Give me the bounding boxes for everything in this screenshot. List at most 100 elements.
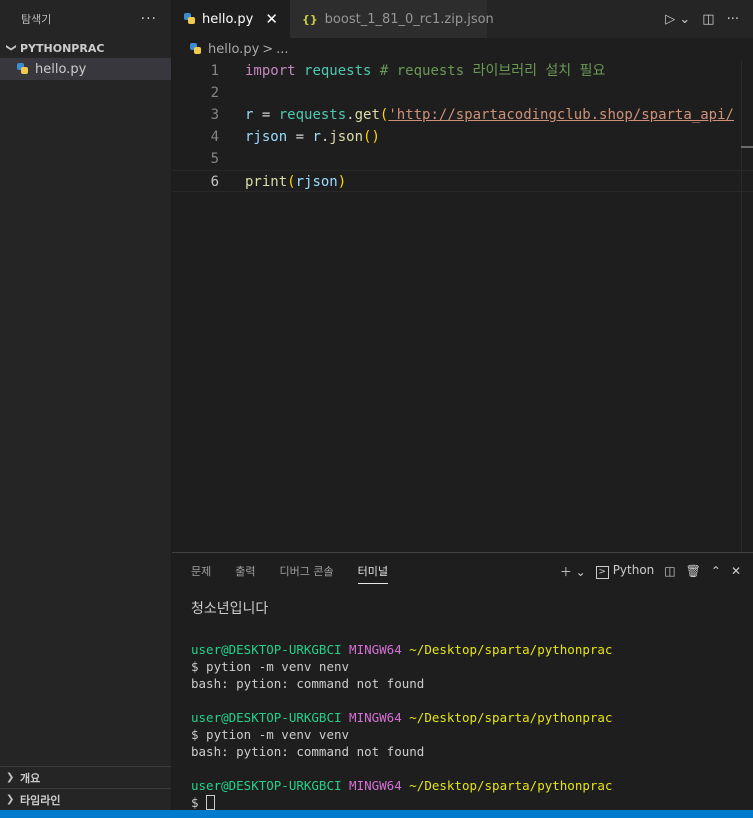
code-line[interactable]: 5	[172, 148, 753, 170]
code-token: r	[312, 129, 321, 145]
maximize-panel-icon[interactable]: ⌃	[711, 564, 721, 578]
close-icon[interactable]: ✕	[265, 10, 278, 28]
prompt-path: ~/Desktop/sparta/pythonprac	[409, 642, 613, 657]
terminal-line: bash: pytion: command not found	[191, 744, 425, 759]
outline-section[interactable]: ❯ 개요	[0, 766, 171, 788]
chevron-right-icon: ❯	[6, 794, 15, 805]
status-bar	[0, 810, 753, 818]
tab-hello-py[interactable]: hello.py ✕	[172, 0, 290, 38]
prompt-user: user@DESKTOP-URKGBCI	[191, 778, 342, 793]
prompt-env: MINGW64	[349, 778, 402, 793]
run-icon[interactable]: ▷ ⌄	[665, 12, 690, 27]
timeline-label: 타임라인	[20, 793, 61, 807]
terminal-line: user@DESKTOP-URKGBCI MINGW64 ~/Desktop/s…	[191, 777, 612, 794]
terminal-line: $ pytion -m venv venv	[191, 727, 350, 742]
folder-name: PYTHONPRAC	[20, 41, 105, 55]
json-file-icon: {}	[302, 12, 318, 26]
terminal-line: user@DESKTOP-URKGBCI MINGW64 ~/Desktop/s…	[191, 641, 612, 658]
close-panel-icon[interactable]: ✕	[731, 564, 741, 578]
terminal-line: 청소년입니다	[191, 601, 269, 617]
code-line[interactable]: 3 r = requests.get('http://spartacodingcl…	[172, 104, 753, 126]
split-terminal-icon[interactable]: ◫	[664, 564, 675, 578]
code-token: get	[354, 107, 380, 123]
prompt-user: user@DESKTOP-URKGBCI	[191, 642, 342, 657]
code-token: 'http://spartacodingclub.shop/sparta_api…	[388, 107, 734, 123]
file-item-hello-py[interactable]: hello.py	[0, 58, 171, 80]
terminal-cursor	[206, 795, 216, 810]
terminal-line: $ pytion -m venv nenv	[191, 659, 350, 674]
chevron-down-icon: ❯	[5, 43, 17, 52]
code-token: # requests 라이브러리 설치 필요	[371, 63, 606, 79]
prompt-user: user@DESKTOP-URKGBCI	[191, 710, 342, 725]
code-line[interactable]: 6 print(rjson)	[172, 170, 753, 192]
prompt-env: MINGW64	[349, 710, 402, 725]
tab-label: hello.py	[202, 11, 254, 27]
breadcrumb-file[interactable]: hello.py	[208, 42, 259, 57]
breadcrumb: hello.py > ...	[172, 38, 753, 60]
sidebar-bottom-sections: ❯ 개요 ❯ 타임라인	[0, 766, 171, 810]
breadcrumb-rest[interactable]: ...	[276, 42, 288, 57]
explorer-title: 탐색기	[21, 13, 52, 26]
line-number: 3	[210, 107, 219, 123]
prompt-path: ~/Desktop/sparta/pythonprac	[409, 710, 613, 725]
tab-problems[interactable]: 문제	[191, 559, 211, 583]
code-token: rjson	[295, 174, 338, 190]
code-token: =	[253, 107, 279, 123]
code-token: requests	[304, 63, 372, 79]
tab-debug-console[interactable]: 디버그 콘솔	[280, 559, 334, 583]
editor-tabbar: hello.py ✕ {} boost_1_81_0_rc1.zip.json …	[172, 0, 753, 38]
python-file-icon	[190, 43, 202, 55]
python-file-icon	[17, 63, 29, 75]
editor-actions: ▷ ⌄ ◫ ···	[665, 0, 753, 38]
tab-boost-json[interactable]: {} boost_1_81_0_rc1.zip.json	[290, 0, 494, 38]
line-code: import requests # requests 라이브러리 설치 필요	[245, 60, 605, 82]
tab-label: boost_1_81_0_rc1.zip.json	[324, 11, 494, 27]
terminal-line: bash: pytion: command not found	[191, 676, 425, 691]
code-token: requests	[278, 107, 347, 123]
code-line[interactable]: 4 rjson = r.json()	[172, 126, 753, 148]
new-terminal-icon[interactable]: ＋ ⌄	[560, 563, 586, 580]
code-token: .	[346, 107, 355, 123]
more-actions-icon[interactable]: ···	[141, 11, 157, 27]
split-editor-icon[interactable]: ◫	[702, 12, 714, 27]
terminal-line: user@DESKTOP-URKGBCI MINGW64 ~/Desktop/s…	[191, 709, 612, 726]
trash-icon[interactable]: 🗑	[686, 564, 701, 578]
code-line[interactable]: 2	[172, 82, 753, 104]
explorer-sidebar: 탐색기 ··· ❯ PYTHONPRAC hello.py ❯ 개요 ❯ 타임라…	[0, 0, 172, 810]
prompt-path: ~/Desktop/sparta/pythonprac	[409, 778, 613, 793]
terminal-icon: >	[595, 566, 609, 579]
python-file-icon	[184, 13, 196, 25]
line-code: r = requests.get('http://spartacodingclu…	[245, 104, 734, 126]
terminal-output[interactable]: 청소년입니다 user@DESKTOP-URKGBCI MINGW64 ~/De…	[191, 601, 612, 811]
code-token: (	[287, 174, 296, 190]
prompt-env: MINGW64	[349, 642, 402, 657]
code-token: )	[337, 174, 347, 190]
tab-terminal[interactable]: 터미널	[357, 559, 388, 584]
code-editor[interactable]: 1 import requests # requests 라이브러리 설치 필요 2…	[172, 60, 753, 552]
bottom-panel: 문제 출력 디버그 콘솔 터미널 ＋ ⌄ > Python ◫ 🗑 ⌃ ✕ 청소년…	[172, 552, 753, 810]
outline-label: 개요	[20, 771, 41, 785]
code-token: rjson	[245, 129, 288, 145]
code-token: print	[245, 174, 288, 190]
line-number: 2	[210, 85, 219, 101]
explorer-header: 탐색기 ···	[0, 0, 171, 38]
terminal-select[interactable]: > Python	[595, 563, 655, 579]
code-token: =	[287, 129, 313, 145]
more-actions-icon[interactable]: ···	[727, 12, 739, 27]
line-code: print(rjson)	[245, 171, 346, 193]
shell-name: Python	[612, 563, 655, 577]
folder-header[interactable]: ❯ PYTHONPRAC	[0, 38, 171, 58]
tab-output[interactable]: 출력	[235, 559, 255, 583]
panel-actions: ＋ ⌄ > Python ◫ 🗑 ⌃ ✕	[560, 553, 741, 589]
line-number: 4	[210, 129, 219, 145]
code-token: ()	[363, 129, 380, 145]
file-name: hello.py	[35, 61, 87, 77]
code-token: json	[329, 129, 364, 145]
code-line[interactable]: 1 import requests # requests 라이브러리 설치 필요	[172, 60, 753, 82]
timeline-section[interactable]: ❯ 타임라인	[0, 788, 171, 810]
line-number: 6	[210, 174, 219, 190]
